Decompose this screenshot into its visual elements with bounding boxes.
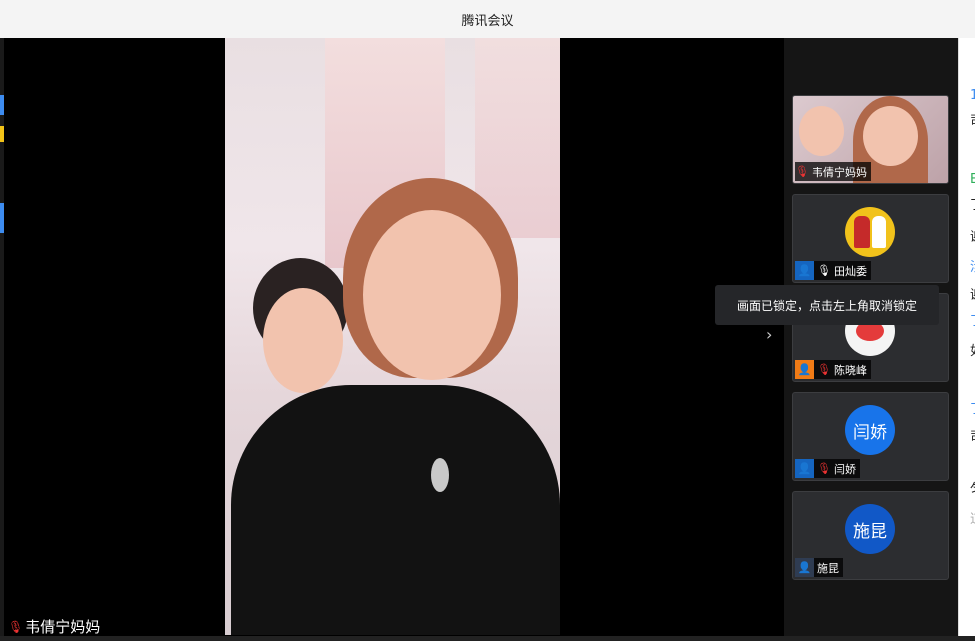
- title-bar: 腾讯会议: [0, 0, 975, 38]
- mic-muted-icon: 🎙: [817, 363, 831, 376]
- chat-snippet: 了: [970, 398, 975, 417]
- participant-avatar: 闫娇: [845, 405, 895, 455]
- chat-snippet: 司: [970, 110, 975, 129]
- participant-name: 田灿委: [833, 264, 867, 278]
- mic-muted-icon: 🎙: [817, 462, 831, 475]
- chat-snippet: 如: [970, 340, 975, 359]
- chat-snippet: 了: [970, 310, 975, 329]
- chat-snippet: 1: [970, 88, 975, 103]
- video-stage: [4, 38, 784, 638]
- chat-snippet: 司: [970, 426, 975, 445]
- avatar-initials: 闫娇: [853, 422, 887, 443]
- participant-sidebar: 🎙 韦倩宁妈妈 👤 🎙 田灿委 👤 🎙 陈晓峰 闫娇 👤 🎙 闫娇 施昆 👤 施…: [784, 38, 958, 638]
- chat-snippet: E: [970, 172, 975, 187]
- necklace-pendant: [431, 458, 449, 492]
- tooltip-text: 画面已锁定，点击左上角取消锁定: [736, 298, 917, 313]
- main-video-feed[interactable]: [225, 38, 560, 635]
- mic-muted-icon: 🎙: [795, 165, 809, 178]
- participant-label: 🎙 韦倩宁妈妈: [795, 162, 871, 181]
- chat-snippet: 匀: [970, 478, 975, 497]
- participant-name: 陈晓峰: [833, 363, 867, 377]
- avatar-initials: 施昆: [853, 521, 887, 542]
- participant-tile[interactable]: 闫娇 👤 🎙 闫娇: [792, 392, 949, 481]
- chat-snippet: 了: [970, 194, 975, 213]
- lock-tooltip: 画面已锁定，点击左上角取消锁定: [715, 285, 939, 325]
- participant-label: 👤 🎙 田灿委: [795, 261, 871, 280]
- bottom-edge: [0, 636, 975, 641]
- chat-snippet: 谢: [970, 284, 975, 303]
- participant-label: 👤 🎙 闫娇: [795, 459, 860, 478]
- participant-name: 韦倩宁妈妈: [811, 165, 867, 179]
- chat-snippet: 涉: [970, 256, 975, 275]
- participant-tile[interactable]: 施昆 👤 施昆: [792, 491, 949, 580]
- participant-label: 👤 施昆: [795, 558, 843, 577]
- chat-snippet: 谢: [970, 226, 975, 245]
- mic-muted-icon: 🎙: [8, 619, 24, 634]
- speaker-name-overlay: 🎙 韦倩宁妈妈: [8, 616, 100, 637]
- participant-name: 闫娇: [833, 462, 856, 476]
- chevron-right-icon[interactable]: ›: [766, 325, 772, 344]
- chat-panel-edge: 1 司 E 了 谢 涉 谢 了 如 了 司 匀 道: [958, 38, 975, 641]
- window-title: 腾讯会议: [461, 14, 514, 29]
- woman-shirt: [231, 385, 560, 635]
- user-icon: 👤: [795, 261, 814, 280]
- woman-face: [363, 210, 501, 380]
- participant-tile[interactable]: 🎙 韦倩宁妈妈: [792, 95, 949, 184]
- child-face: [263, 288, 343, 393]
- chat-snippet: 道: [970, 508, 975, 527]
- participant-avatar: [845, 207, 895, 257]
- participant-tile[interactable]: 👤 🎙 田灿委: [792, 194, 949, 283]
- participant-label: 👤 🎙 陈晓峰: [795, 360, 871, 379]
- participant-name: 施昆: [817, 561, 839, 575]
- participant-avatar: 施昆: [845, 504, 895, 554]
- user-icon: 👤: [795, 360, 814, 379]
- user-icon: 👤: [795, 459, 814, 478]
- user-icon: 👤: [795, 558, 814, 577]
- mic-icon: 🎙: [817, 264, 831, 277]
- speaker-name: 韦倩宁妈妈: [25, 618, 101, 636]
